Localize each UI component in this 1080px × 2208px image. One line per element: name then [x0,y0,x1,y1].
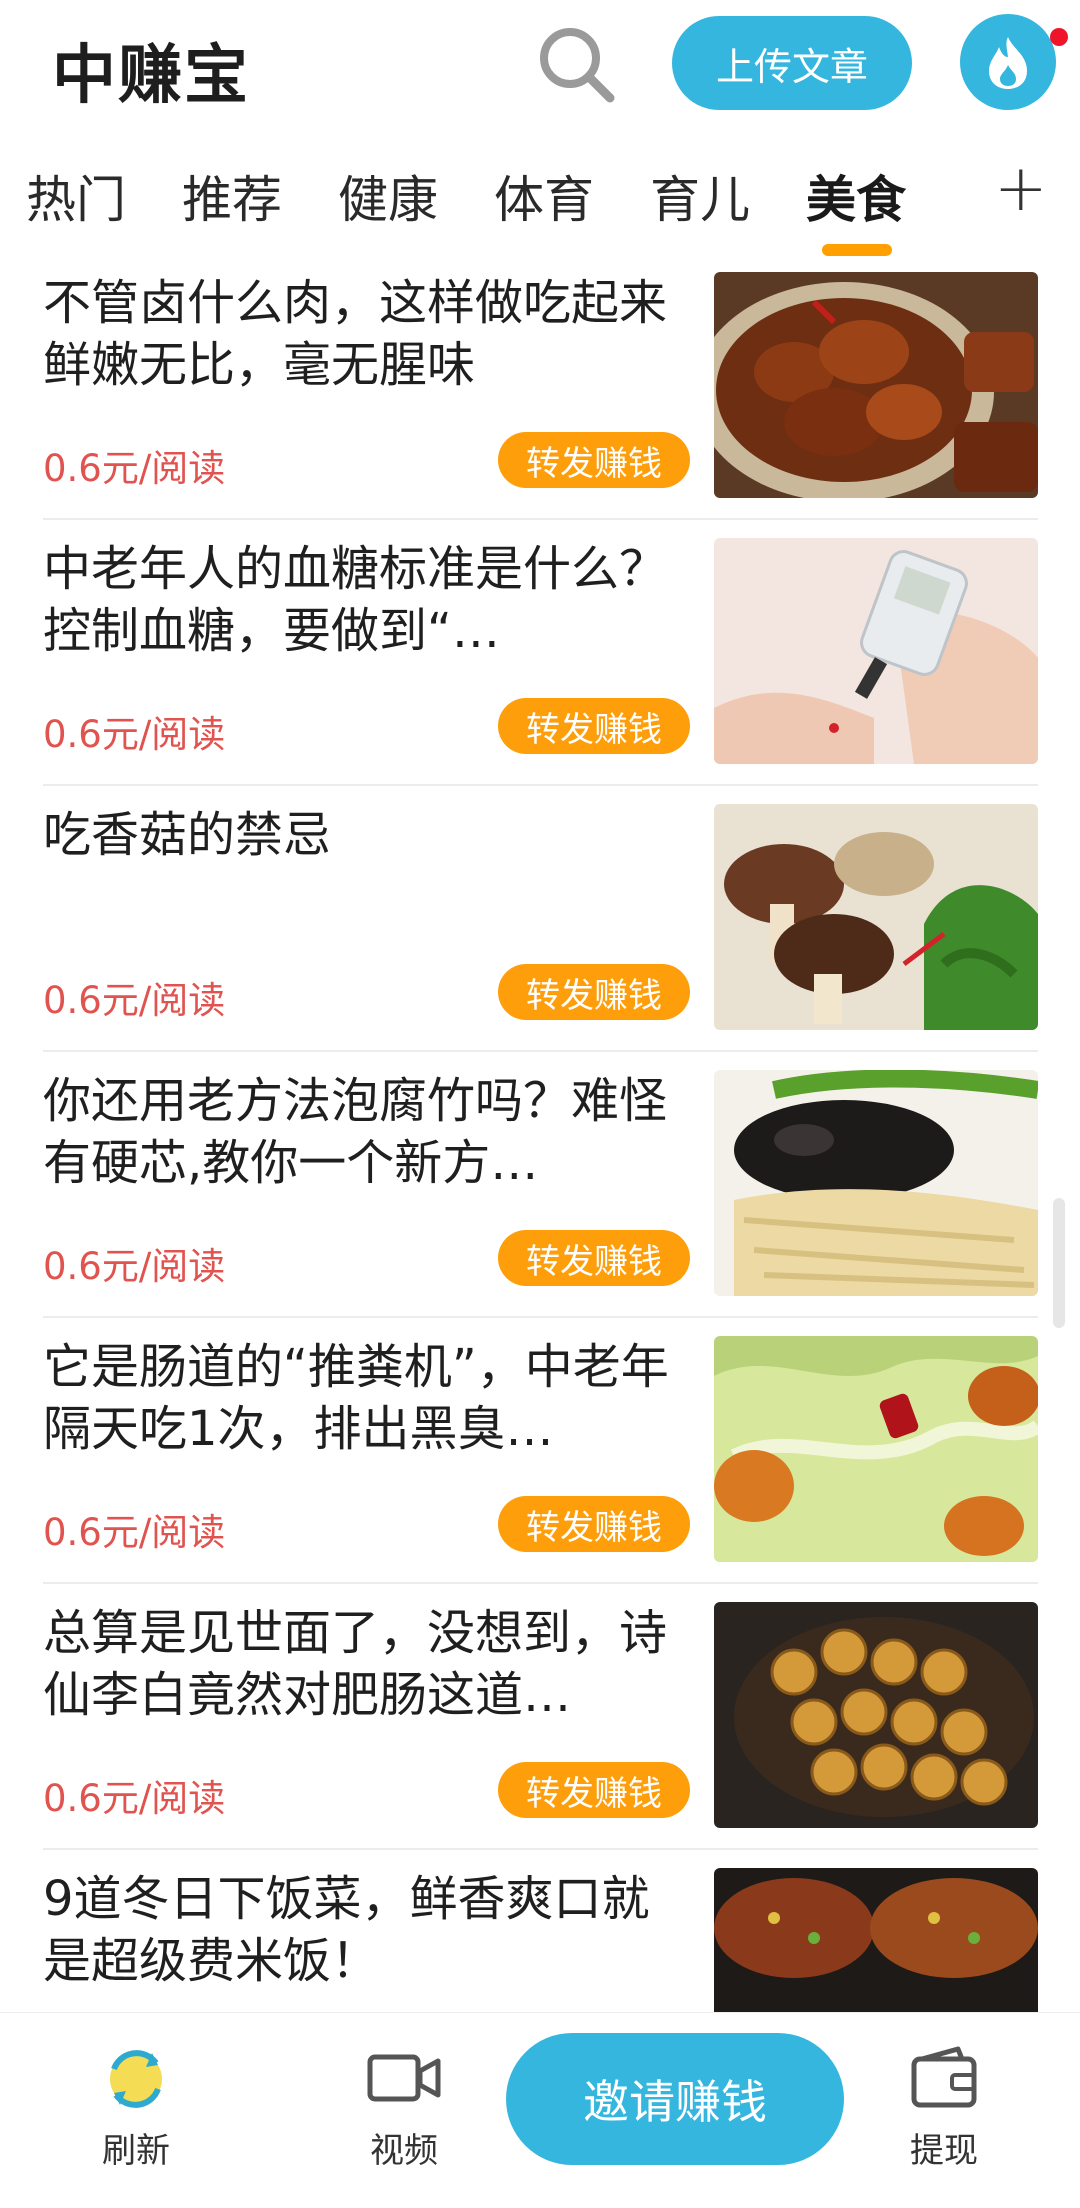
article-title[interactable]: 9道冬日下饭菜，鲜香爽口就是超级费米饭！ [43,1868,693,1992]
article-thumbnail[interactable] [714,1336,1038,1562]
tab-parenting[interactable]: 育儿 [650,160,750,232]
tab-recommend[interactable]: 推荐 [182,160,282,232]
active-tab-indicator [822,244,892,256]
article-item[interactable]: 吃香菇的禁忌 0.6元/阅读 转发赚钱 [0,800,1080,1066]
article-thumbnail[interactable] [714,538,1038,764]
nav-withdraw[interactable]: 提现 [874,2045,1014,2172]
article-thumbnail[interactable] [714,272,1038,498]
wallet-icon [908,2046,980,2115]
search-icon[interactable] [532,20,622,110]
article-thumbnail[interactable] [714,1868,1038,2012]
tab-food[interactable]: 美食 [806,160,906,232]
article-item[interactable]: 总算是见世面了，没想到，诗仙李白竟然对肥肠这道… 0.6元/阅读 转发赚钱 [0,1598,1080,1864]
article-title[interactable]: 它是肠道的“推粪机”，中老年隔天吃1次，排出黑臭… [43,1336,693,1460]
nav-refresh-label: 刷新 [102,2131,170,2171]
app-title: 中赚宝 [52,39,250,113]
nav-withdraw-label: 提现 [910,2131,978,2171]
nav-video-label: 视频 [370,2131,438,2171]
article-thumbnail[interactable] [714,1602,1038,1828]
article-item[interactable]: 不管卤什么肉，这样做吃起来鲜嫩无比，毫无腥味 0.6元/阅读 转发赚钱 [0,268,1080,534]
invite-earn-button[interactable]: 邀请赚钱 [506,2033,844,2165]
tab-health[interactable]: 健康 [338,160,438,232]
bottom-navigation: 刷新 视频 邀请赚钱 提现 [0,2012,1080,2208]
scrollbar[interactable] [1053,1198,1065,1328]
article-title[interactable]: 总算是见世面了，没想到，诗仙李白竟然对肥肠这道… [43,1602,693,1726]
share-earn-button[interactable]: 转发赚钱 [498,964,690,1020]
tab-sports[interactable]: 体育 [494,160,594,232]
divider [43,1582,1038,1584]
notification-dot [1050,28,1068,46]
article-thumbnail[interactable] [714,804,1038,1030]
flame-icon[interactable] [960,14,1056,110]
divider [43,784,1038,786]
app-header: 中赚宝 上传文章 [0,0,1080,130]
video-camera-icon [366,2054,442,2115]
nav-refresh[interactable]: 刷新 [66,2045,206,2172]
share-earn-button[interactable]: 转发赚钱 [498,698,690,754]
refresh-icon [100,2050,172,2115]
article-price: 0.6元/阅读 [43,979,226,1022]
add-tab-button[interactable]: + [994,152,1048,226]
article-title[interactable]: 你还用老方法泡腐竹吗？难怪有硬芯,教你一个新方… [43,1070,693,1194]
article-item[interactable]: 9道冬日下饭菜，鲜香爽口就是超级费米饭！ [0,1864,1080,2012]
article-price: 0.6元/阅读 [43,447,226,490]
upload-article-button[interactable]: 上传文章 [672,16,912,110]
divider [43,518,1038,520]
article-price: 0.6元/阅读 [43,713,226,756]
article-item[interactable]: 它是肠道的“推粪机”，中老年隔天吃1次，排出黑臭… 0.6元/阅读 转发赚钱 [0,1332,1080,1598]
article-price: 0.6元/阅读 [43,1245,226,1288]
article-price: 0.6元/阅读 [43,1777,226,1820]
share-earn-button[interactable]: 转发赚钱 [498,1762,690,1818]
divider [43,1848,1038,1850]
divider [43,1050,1038,1052]
article-item[interactable]: 中老年人的血糖标准是什么？控制血糖，要做到“… 0.6元/阅读 转发赚钱 [0,534,1080,800]
share-earn-button[interactable]: 转发赚钱 [498,1230,690,1286]
article-thumbnail[interactable] [714,1070,1038,1296]
article-title[interactable]: 中老年人的血糖标准是什么？控制血糖，要做到“… [43,538,693,662]
article-title[interactable]: 吃香菇的禁忌 [43,804,693,928]
share-earn-button[interactable]: 转发赚钱 [498,1496,690,1552]
article-feed[interactable]: 不管卤什么肉，这样做吃起来鲜嫩无比，毫无腥味 0.6元/阅读 转发赚钱 中老年人… [0,268,1080,2012]
article-price: 0.6元/阅读 [43,1511,226,1554]
divider [43,1316,1038,1318]
nav-video[interactable]: 视频 [334,2045,474,2172]
tab-hot[interactable]: 热门 [26,160,126,232]
share-earn-button[interactable]: 转发赚钱 [498,432,690,488]
article-item[interactable]: 你还用老方法泡腐竹吗？难怪有硬芯,教你一个新方… 0.6元/阅读 转发赚钱 [0,1066,1080,1332]
category-tabs: 热门 推荐 健康 体育 育儿 美食 + [0,150,1080,260]
article-title[interactable]: 不管卤什么肉，这样做吃起来鲜嫩无比，毫无腥味 [43,272,693,396]
